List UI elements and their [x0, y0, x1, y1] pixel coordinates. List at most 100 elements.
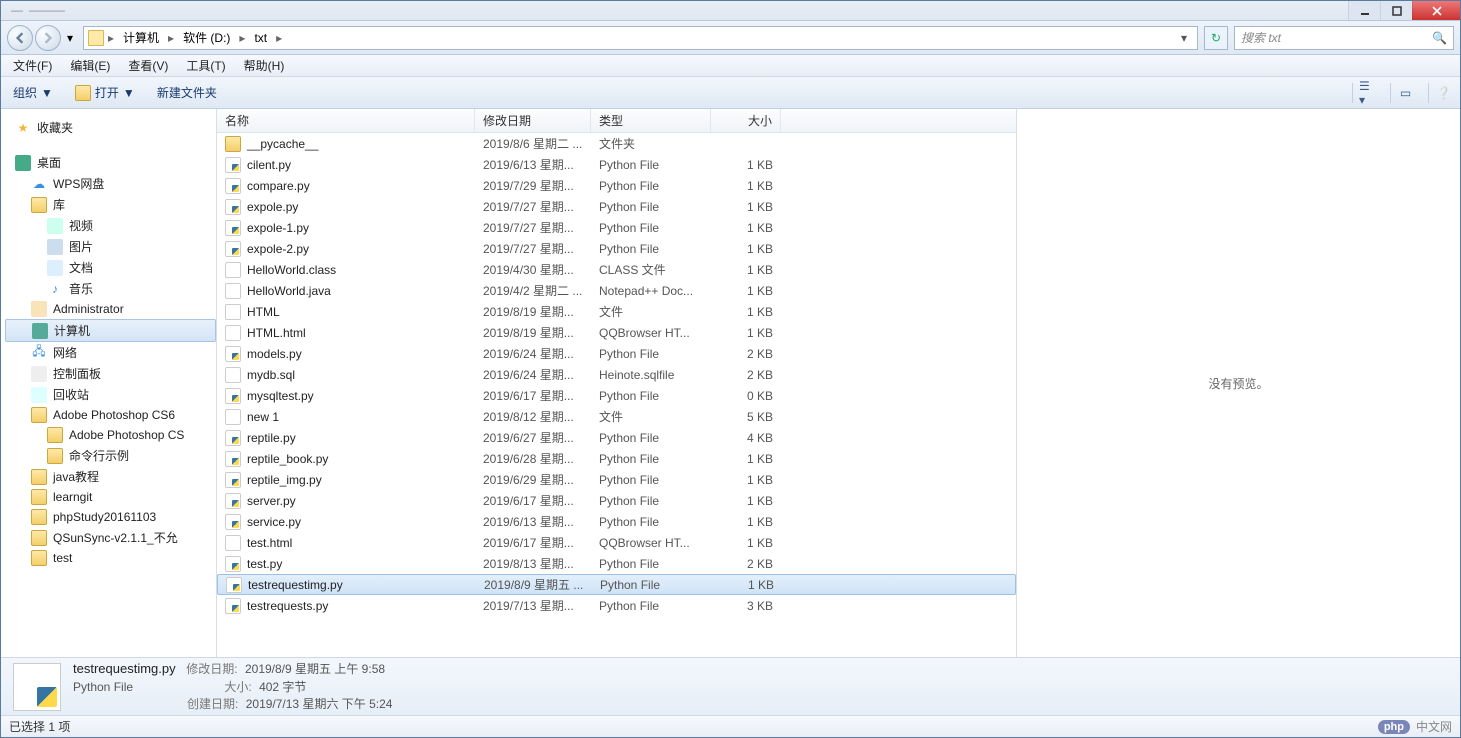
file-row[interactable]: __pycache__2019/8/6 星期二 ...文件夹 [217, 133, 1016, 154]
forward-button[interactable] [35, 25, 61, 51]
search-box[interactable]: 搜索 txt 🔍 [1234, 26, 1454, 50]
nav-wps[interactable]: ☁WPS网盘 [5, 173, 216, 194]
file-row[interactable]: testrequestimg.py2019/8/9 星期五 ...Python … [217, 574, 1016, 595]
col-date[interactable]: 修改日期 [475, 109, 591, 132]
nav-learngit[interactable]: learngit [5, 487, 216, 507]
menu-help[interactable]: 帮助(H) [236, 55, 293, 76]
nav-test[interactable]: test [5, 548, 216, 568]
file-icon [225, 262, 241, 278]
search-icon[interactable]: 🔍 [1432, 31, 1447, 45]
nav-user[interactable]: Administrator [5, 299, 216, 319]
breadcrumb-sep[interactable]: ▸ [274, 31, 284, 45]
file-row[interactable]: expole.py2019/7/27 星期...Python File1 KB [217, 196, 1016, 217]
breadcrumb-sep[interactable]: ▸ [106, 31, 116, 45]
col-name[interactable]: 名称 [217, 109, 475, 132]
nav-music[interactable]: ♪音乐 [5, 278, 216, 299]
file-row[interactable]: server.py2019/6/17 星期...Python File1 KB [217, 490, 1016, 511]
breadcrumb-sep[interactable]: ▸ [237, 31, 247, 45]
chevron-down-icon: ▼ [123, 86, 135, 100]
file-thumbnail [13, 663, 61, 711]
file-row[interactable]: HTML2019/8/19 星期...文件1 KB [217, 301, 1016, 322]
preview-pane-button[interactable]: ▭ [1390, 83, 1414, 103]
file-name: HTML [247, 305, 280, 319]
maximize-button[interactable] [1380, 1, 1412, 20]
py-icon [225, 493, 241, 509]
breadcrumb-drive[interactable]: 软件 (D:) [178, 27, 235, 49]
file-row[interactable]: service.py2019/6/13 星期...Python File1 KB [217, 511, 1016, 532]
py-icon [225, 346, 241, 362]
organize-button[interactable]: 组织 ▼ [9, 82, 57, 103]
col-type[interactable]: 类型 [591, 109, 711, 132]
nav-recycle[interactable]: 回收站 [5, 384, 216, 405]
file-row[interactable]: mydb.sql2019/6/24 星期...Heinote.sqlfile2 … [217, 364, 1016, 385]
file-row[interactable]: expole-1.py2019/7/27 星期...Python File1 K… [217, 217, 1016, 238]
cloud-icon: ☁ [31, 176, 47, 192]
nav-libraries[interactable]: 库 [5, 194, 216, 215]
nav-ps2[interactable]: Adobe Photoshop CS [5, 425, 216, 445]
file-date: 2019/8/19 星期... [475, 324, 591, 341]
nav-qsun[interactable]: QSunSync-v2.1.1_不允 [5, 527, 216, 548]
history-dropdown[interactable]: ▾ [63, 25, 77, 51]
details-mdate: 2019/8/9 星期五 上午 9:58 [245, 662, 385, 676]
close-button[interactable] [1412, 1, 1460, 20]
view-mode-button[interactable]: ☰ ▾ [1352, 83, 1376, 103]
folder-icon [88, 30, 104, 46]
new-folder-button[interactable]: 新建文件夹 [153, 82, 221, 103]
nav-cmd[interactable]: 命令行示例 [5, 445, 216, 466]
breadcrumb-computer[interactable]: 计算机 [118, 27, 164, 49]
details-size: 402 字节 [259, 680, 306, 694]
breadcrumb-sep[interactable]: ▸ [166, 31, 176, 45]
refresh-button[interactable]: ↻ [1204, 26, 1228, 50]
nav-phpstudy[interactable]: phpStudy20161103 [5, 507, 216, 527]
details-cdate-label: 创建日期: [186, 696, 242, 713]
minimize-button[interactable] [1348, 1, 1380, 20]
file-row[interactable]: cilent.py2019/6/13 星期...Python File1 KB [217, 154, 1016, 175]
file-date: 2019/6/24 星期... [475, 366, 591, 383]
nav-ps[interactable]: Adobe Photoshop CS6 [5, 405, 216, 425]
help-button[interactable]: ❔ [1428, 83, 1452, 103]
file-row[interactable]: testrequests.py2019/7/13 星期...Python Fil… [217, 595, 1016, 616]
nav-computer[interactable]: 计算机 [5, 319, 216, 342]
menu-view[interactable]: 查看(V) [120, 55, 176, 76]
nav-java[interactable]: java教程 [5, 466, 216, 487]
watermark: php 中文网 [1378, 718, 1452, 735]
file-rows[interactable]: __pycache__2019/8/6 星期二 ...文件夹cilent.py2… [217, 133, 1016, 657]
content-area: 名称 修改日期 类型 大小 __pycache__2019/8/6 星期二 ..… [217, 109, 1460, 657]
file-row[interactable]: HelloWorld.class2019/4/30 星期...CLASS 文件1… [217, 259, 1016, 280]
file-size: 1 KB [711, 284, 781, 298]
nav-network[interactable]: 🖧网络 [5, 342, 216, 363]
navigation-pane[interactable]: ★收藏夹 桌面 ☁WPS网盘 库 视频 图片 文档 ♪音乐 Administra… [1, 109, 217, 657]
file-row[interactable]: HelloWorld.java2019/4/2 星期二 ...Notepad++… [217, 280, 1016, 301]
menu-file[interactable]: 文件(F) [5, 55, 60, 76]
nav-favorites[interactable]: ★收藏夹 [5, 117, 216, 138]
col-size[interactable]: 大小 [711, 109, 781, 132]
open-button[interactable]: 打开 ▼ [71, 82, 139, 103]
file-type: Python File [591, 494, 711, 508]
file-row[interactable]: compare.py2019/7/29 星期...Python File1 KB [217, 175, 1016, 196]
file-row[interactable]: mysqltest.py2019/6/17 星期...Python File0 … [217, 385, 1016, 406]
file-row[interactable]: new 12019/8/12 星期...文件5 KB [217, 406, 1016, 427]
file-row[interactable]: test.py2019/8/13 星期...Python File2 KB [217, 553, 1016, 574]
file-row[interactable]: reptile_book.py2019/6/28 星期...Python Fil… [217, 448, 1016, 469]
nav-desktop[interactable]: 桌面 [5, 152, 216, 173]
breadcrumb-folder[interactable]: txt [249, 27, 272, 49]
file-row[interactable]: expole-2.py2019/7/27 星期...Python File1 K… [217, 238, 1016, 259]
file-name: compare.py [247, 179, 310, 193]
menu-edit[interactable]: 编辑(E) [62, 55, 118, 76]
address-dropdown[interactable]: ▾ [1175, 31, 1193, 45]
file-name: testrequests.py [247, 599, 328, 613]
file-size: 1 KB [711, 536, 781, 550]
file-row[interactable]: reptile.py2019/6/27 星期...Python File4 KB [217, 427, 1016, 448]
file-row[interactable]: test.html2019/6/17 星期...QQBrowser HT...1… [217, 532, 1016, 553]
nav-controlpanel[interactable]: 控制面板 [5, 363, 216, 384]
file-row[interactable]: reptile_img.py2019/6/29 星期...Python File… [217, 469, 1016, 490]
nav-documents[interactable]: 文档 [5, 257, 216, 278]
file-size: 2 KB [711, 368, 781, 382]
nav-videos[interactable]: 视频 [5, 215, 216, 236]
breadcrumb-bar[interactable]: ▸ 计算机 ▸ 软件 (D:) ▸ txt ▸ ▾ [83, 26, 1198, 50]
file-row[interactable]: models.py2019/6/24 星期...Python File2 KB [217, 343, 1016, 364]
nav-pictures[interactable]: 图片 [5, 236, 216, 257]
menu-tools[interactable]: 工具(T) [178, 55, 233, 76]
back-button[interactable] [7, 25, 33, 51]
file-row[interactable]: HTML.html2019/8/19 星期...QQBrowser HT...1… [217, 322, 1016, 343]
